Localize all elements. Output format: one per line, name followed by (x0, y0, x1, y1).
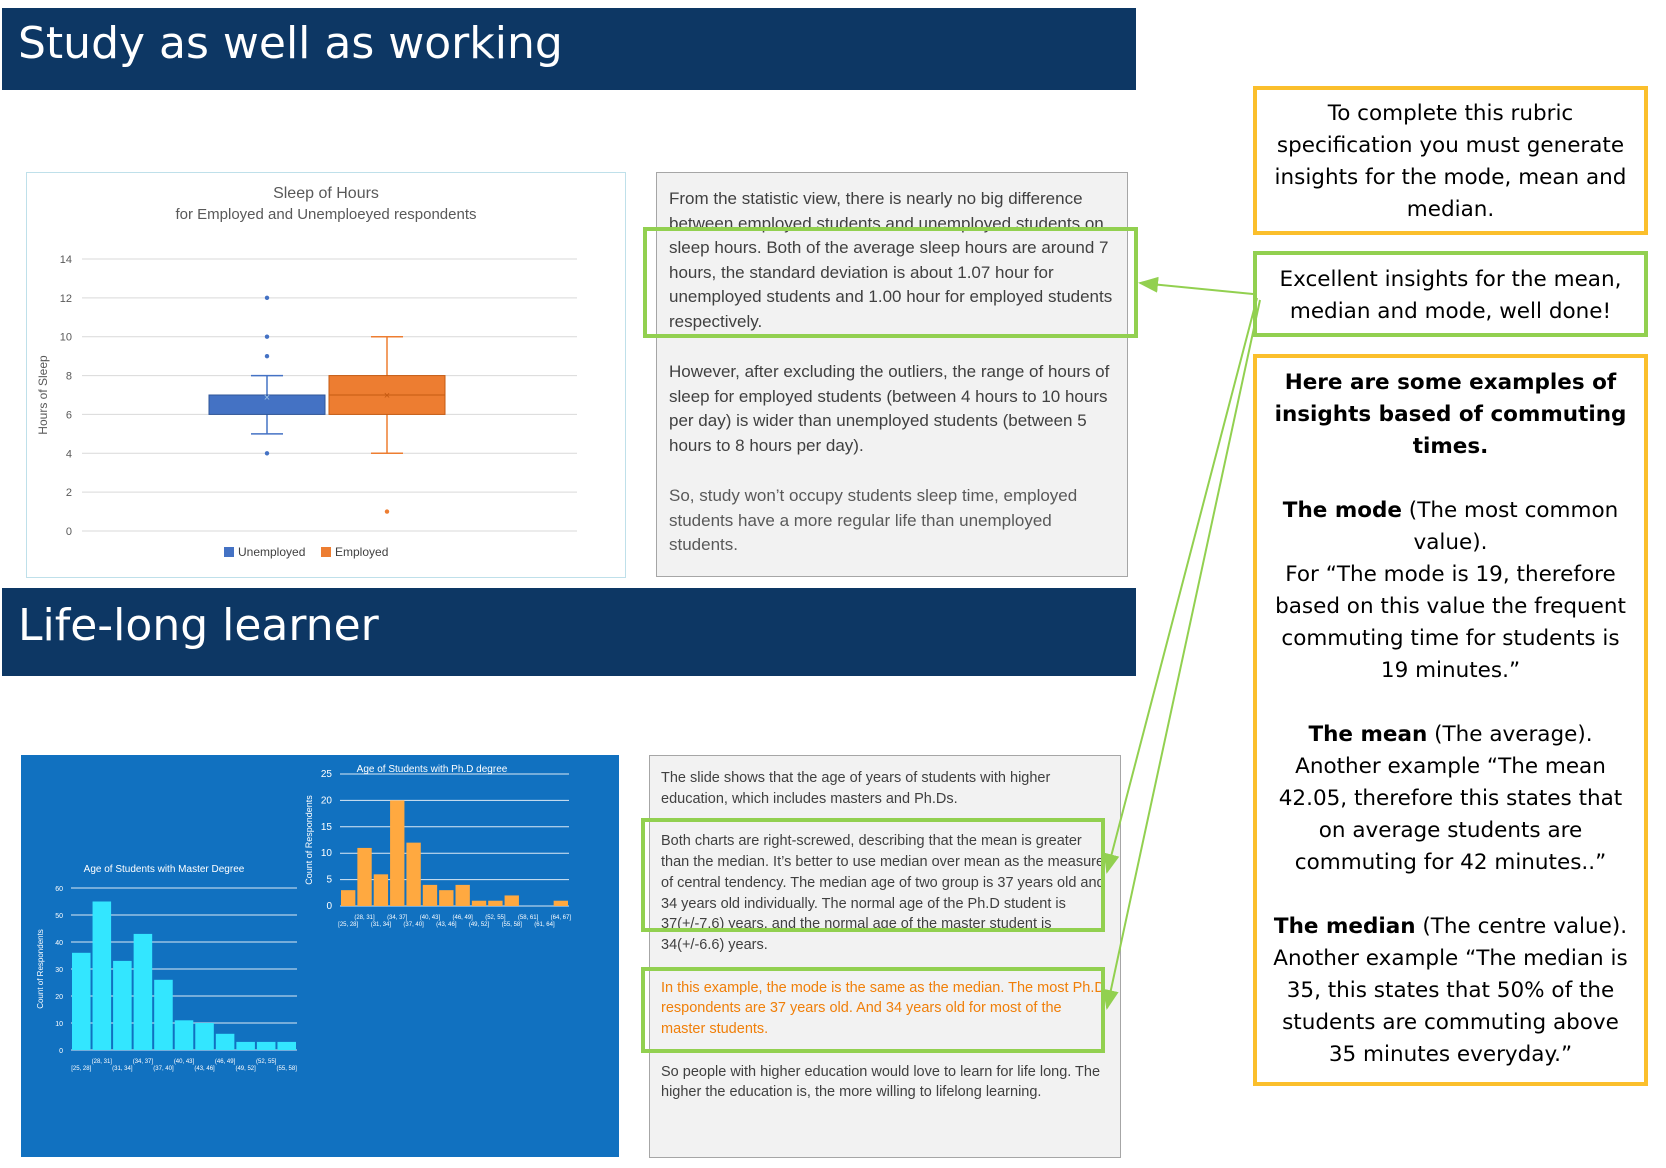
arrow-to-sleep-highlight (1138, 276, 1254, 295)
arrow-to-median-highlight (1103, 297, 1258, 874)
arrow-to-mode-highlight (1102, 299, 1261, 1010)
connector-arrows (1102, 276, 1261, 1010)
